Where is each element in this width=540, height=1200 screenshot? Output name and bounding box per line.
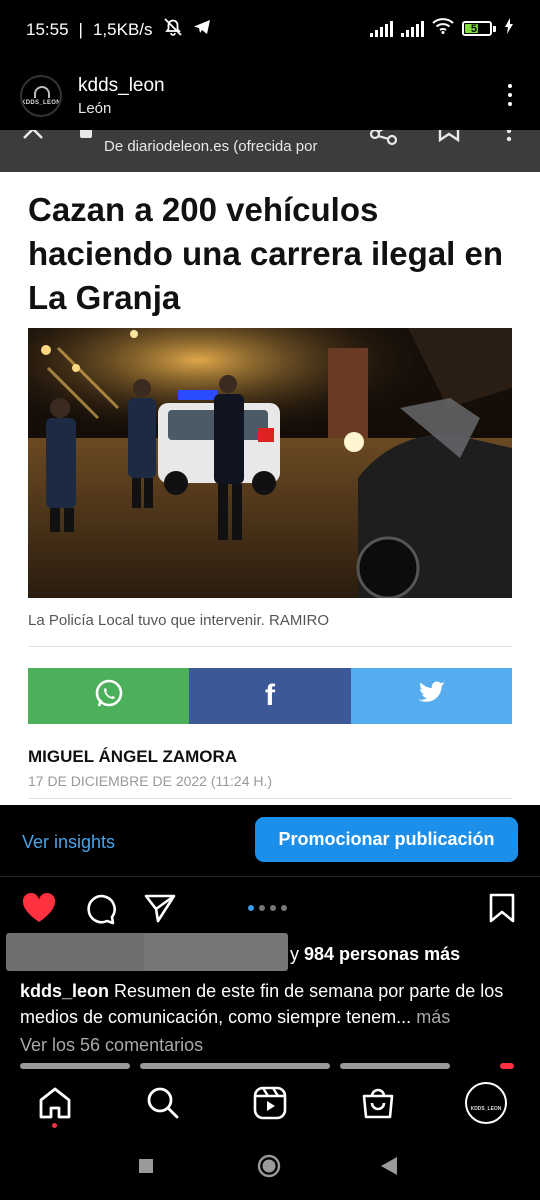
shop-icon[interactable]: [361, 1086, 395, 1125]
article-date: 17 DE DICIEMBRE DE 2022 (11:24 H.): [28, 773, 273, 789]
status-speed: 1,5KB/s: [92, 19, 153, 39]
view-insights-link[interactable]: Ver insights: [22, 832, 115, 853]
share-icon: [369, 130, 398, 151]
promote-post-button[interactable]: Promocionar publicación: [255, 817, 518, 862]
telegram-icon: [193, 19, 211, 40]
comment-icon[interactable]: [84, 893, 116, 930]
post-username[interactable]: kdds_leon: [78, 75, 165, 97]
insights-row: Ver insights Promocionar publicación: [0, 805, 540, 877]
facebook-icon: f: [264, 679, 275, 712]
profile-logo-text: KDDS_LEON: [470, 1106, 502, 1112]
status-bar: 15:55 | 1,5KB/s 51: [0, 0, 540, 60]
avatar-logo-text: KDDS_LEON: [21, 100, 61, 106]
likes-summary: y 984 personas más: [290, 944, 460, 965]
recents-icon[interactable]: [138, 1158, 154, 1179]
view-comments-link[interactable]: Ver los 56 comentarios: [20, 1035, 203, 1056]
photo-caption: La Policía Local tuvo que intervenir. RA…: [28, 612, 329, 629]
facebook-share: f: [189, 668, 351, 724]
article-headline: Cazan a 200 vehículos haciendo una carre…: [28, 191, 504, 316]
save-bookmark-icon[interactable]: [488, 893, 516, 928]
whatsapp-share: [28, 668, 190, 724]
charging-icon: [504, 18, 514, 39]
status-divider: |: [78, 19, 83, 39]
chevron-down-icon: [22, 130, 44, 145]
battery-level: 51: [470, 22, 484, 35]
system-nav: [0, 1136, 540, 1200]
send-icon[interactable]: [144, 893, 176, 928]
home-icon[interactable]: [38, 1086, 72, 1125]
caption-more-link[interactable]: más: [416, 1007, 450, 1027]
browser-url: De diariodeleon.es (ofrecida por: [104, 138, 318, 155]
signal-icon: [370, 20, 393, 37]
divider: [28, 646, 512, 647]
likes-prefix: y: [290, 944, 299, 964]
notification-dot: [52, 1123, 57, 1128]
like-heart-icon[interactable]: [22, 892, 56, 928]
bottom-nav: KDDS_LEON: [0, 1072, 540, 1136]
browser-bar: De diariodeleon.es (ofrecida por: [0, 130, 540, 172]
article-author: MIGUEL ÁNGEL ZAMORA: [28, 747, 238, 766]
caption-username[interactable]: kdds_leon: [20, 981, 109, 1001]
twitter-share: [350, 668, 512, 724]
post-location[interactable]: León: [78, 100, 165, 117]
reels-icon[interactable]: [253, 1086, 287, 1125]
whatsapp-icon: [93, 678, 125, 715]
home-circle-icon[interactable]: [257, 1154, 281, 1183]
avatar[interactable]: KDDS_LEON: [20, 75, 62, 117]
battery-icon: 51: [462, 21, 496, 36]
post-header: KDDS_LEON kdds_leon León: [0, 62, 540, 130]
avatar-building-icon: [34, 86, 50, 98]
carousel-indicator: [248, 905, 287, 911]
search-icon[interactable]: [146, 1086, 180, 1125]
more-options-icon[interactable]: [508, 84, 514, 106]
bookmark-icon: [438, 130, 460, 149]
post-caption: kdds_leon Resumen de este fin de semana …: [20, 978, 524, 1030]
likes-count: 984 personas más: [304, 944, 461, 964]
likes-row[interactable]: y 984 personas más: [0, 930, 540, 971]
post-author-block: kdds_leon León: [78, 75, 165, 117]
redacted-name: [6, 933, 152, 971]
status-right: 51: [370, 18, 514, 39]
profile-icon[interactable]: KDDS_LEON: [465, 1082, 507, 1124]
post-actions: [0, 885, 540, 933]
back-icon[interactable]: [380, 1156, 398, 1181]
overflow-icon: [506, 130, 512, 147]
redacted-name: [144, 933, 288, 971]
twitter-icon: [416, 681, 446, 712]
status-time: 15:55: [26, 19, 69, 39]
status-left: 15:55 | 1,5KB/s: [26, 18, 211, 41]
divider: [28, 798, 512, 799]
signal-icon: [401, 20, 424, 37]
lock-icon: [80, 130, 92, 138]
post-image[interactable]: De diariodeleon.es (ofrecida por Cazan a…: [0, 130, 540, 805]
share-buttons: f: [28, 668, 512, 724]
alarm-off-icon: [163, 18, 183, 41]
wifi-icon: [432, 18, 454, 39]
article-photo: [28, 328, 512, 598]
